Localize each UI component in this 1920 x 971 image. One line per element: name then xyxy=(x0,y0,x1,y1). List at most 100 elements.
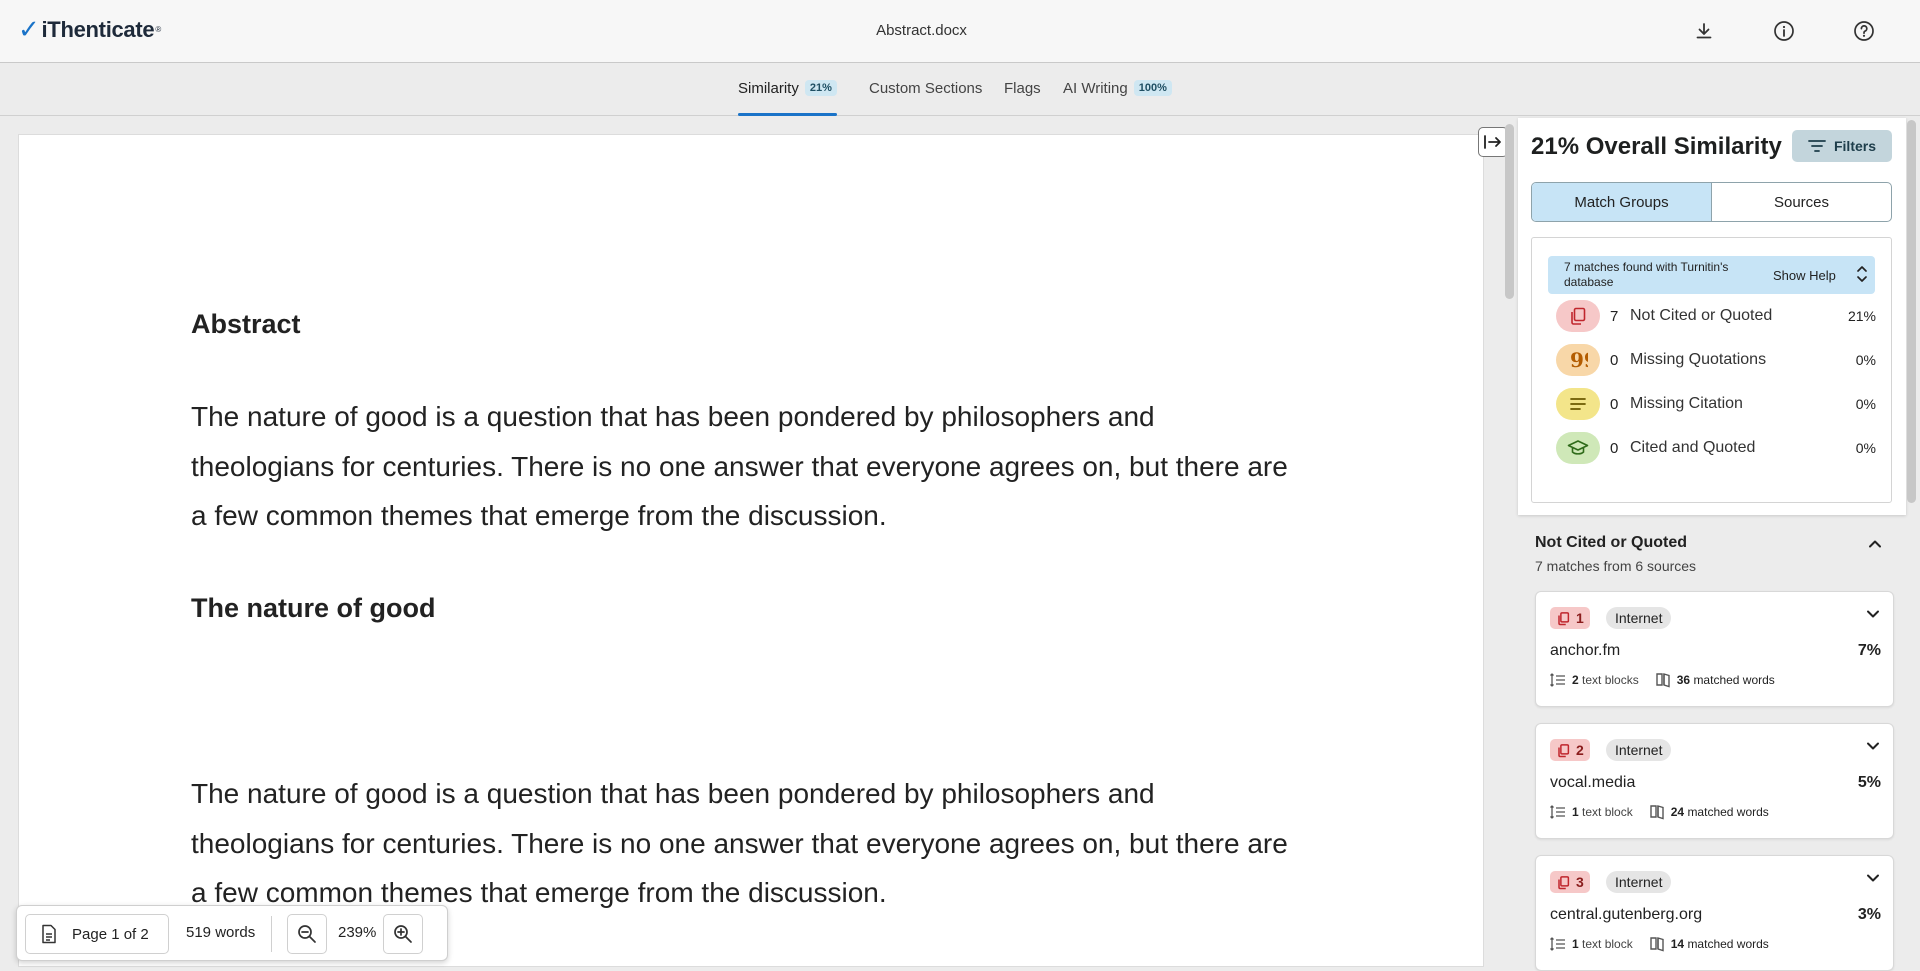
copy-icon xyxy=(1558,611,1570,625)
document-paragraph: The nature of good is a question that ha… xyxy=(191,401,1288,531)
source-meta: 2 text blocks 36 matched words xyxy=(1550,672,1775,688)
tab-similarity[interactable]: Similarity 21% xyxy=(738,80,837,116)
source-number: 2 xyxy=(1576,742,1584,758)
sources-toggle[interactable]: Sources xyxy=(1712,183,1891,221)
overall-similarity-title: 21% Overall Similarity xyxy=(1531,133,1782,160)
match-group-subtitle: 7 matches from 6 sources xyxy=(1535,558,1697,574)
chevron-down-icon[interactable] xyxy=(1865,870,1881,886)
matched-words-label: matched words xyxy=(1687,937,1769,951)
category-missing-quotations[interactable]: 99 0 Missing Quotations 0% xyxy=(1556,344,1876,376)
panel-scrollbar[interactable] xyxy=(1907,120,1916,503)
matched-words-icon xyxy=(1656,673,1670,688)
page-navigation-button[interactable]: Page 1 of 2 xyxy=(25,914,169,954)
source-card[interactable]: 3 Internet central.gutenberg.org 3% 1 te… xyxy=(1535,855,1894,971)
zoom-in-button[interactable] xyxy=(383,914,423,954)
document-heading: Abstract xyxy=(191,309,301,339)
source-card[interactable]: 2 Internet vocal.media 5% 1 text block 2… xyxy=(1535,723,1894,839)
matched-words-count: 24 xyxy=(1670,805,1685,819)
text-blocks-count: 1 xyxy=(1572,937,1579,951)
text-blocks-label: text block xyxy=(1582,805,1633,819)
matched-words-label: matched words xyxy=(1693,673,1775,687)
lines-icon xyxy=(1556,388,1600,420)
help-text: 7 matches found with Turnitin's database xyxy=(1564,260,1729,289)
quote-icon: 99 xyxy=(1556,344,1600,376)
document-scrollbar[interactable] xyxy=(1505,124,1514,299)
document-viewer[interactable]: Abstract The nature of good is a questio… xyxy=(18,134,1484,967)
toolbar-divider xyxy=(271,916,272,952)
source-type-badge: Internet xyxy=(1606,739,1672,761)
category-count: 0 xyxy=(1610,395,1619,413)
tab-badge: 21% xyxy=(804,80,837,96)
chevron-up-icon[interactable] xyxy=(1867,536,1883,552)
tab-flags[interactable]: Flags xyxy=(1004,80,1041,116)
category-missing-citation[interactable]: 0 Missing Citation 0% xyxy=(1556,388,1876,420)
overall-similarity-card: 21% Overall Similarity Filters Match Gro… xyxy=(1518,118,1906,515)
matched-words-count: 36 xyxy=(1676,673,1691,687)
chevron-down-icon[interactable] xyxy=(1865,738,1881,754)
source-percent: 5% xyxy=(1857,774,1881,791)
zoom-in-icon xyxy=(394,925,412,943)
source-name[interactable]: central.gutenberg.org xyxy=(1550,906,1702,924)
tab-custom-sections[interactable]: Custom Sections xyxy=(869,80,982,116)
help-button[interactable] xyxy=(1851,18,1877,44)
chevron-down-icon[interactable] xyxy=(1865,606,1881,622)
text-blocks-count: 2 xyxy=(1572,673,1579,687)
help-icon xyxy=(1854,21,1874,41)
match-groups-box: 7 matches found with Turnitin's database… xyxy=(1531,237,1892,503)
category-percent: 0% xyxy=(1855,440,1876,456)
matched-words-label: matched words xyxy=(1687,805,1769,819)
category-percent: 0% xyxy=(1855,396,1876,412)
category-percent: 0% xyxy=(1855,352,1876,368)
top-bar: ✓ iThenticate ® Abstract.docx xyxy=(0,0,1920,63)
collapse-arrow-icon xyxy=(1484,135,1501,149)
word-count: 519 words xyxy=(186,924,256,941)
source-meta: 1 text block 24 matched words xyxy=(1550,804,1769,820)
zoom-out-button[interactable] xyxy=(287,914,327,954)
filters-label: Filters xyxy=(1833,138,1876,154)
info-icon xyxy=(1774,21,1794,41)
download-button[interactable] xyxy=(1691,18,1717,44)
text-blocks-label: text blocks xyxy=(1582,673,1639,687)
matched-words-icon xyxy=(1650,805,1664,820)
source-name[interactable]: anchor.fm xyxy=(1550,642,1620,660)
tab-ai-writing[interactable]: AI Writing 100% xyxy=(1063,80,1172,116)
category-percent: 21% xyxy=(1847,308,1876,324)
source-number-badge: 2 xyxy=(1550,739,1590,761)
expand-collapse-icon[interactable] xyxy=(1855,262,1869,286)
source-card[interactable]: 1 Internet anchor.fm 7% 2 text blocks 36… xyxy=(1535,591,1894,707)
source-number-badge: 3 xyxy=(1550,871,1590,893)
source-percent: 7% xyxy=(1857,642,1881,659)
category-cited-and-quoted[interactable]: 0 Cited and Quoted 0% xyxy=(1556,432,1876,464)
filters-button[interactable]: Filters xyxy=(1792,130,1892,162)
tab-label: Similarity xyxy=(738,80,799,97)
document-icon xyxy=(42,924,56,944)
source-type-badge: Internet xyxy=(1606,871,1672,893)
view-toggle: Match Groups Sources xyxy=(1531,182,1892,222)
match-group-header[interactable]: Not Cited or Quoted 7 matches from 6 sou… xyxy=(1535,534,1895,574)
match-groups-toggle[interactable]: Match Groups xyxy=(1532,183,1712,221)
matched-words-icon xyxy=(1650,937,1664,952)
match-group-title: Not Cited or Quoted xyxy=(1535,534,1687,551)
svg-text:99: 99 xyxy=(1570,350,1588,370)
source-percent: 3% xyxy=(1857,906,1881,923)
graduation-cap-icon xyxy=(1556,432,1600,464)
similarity-panel: 21% Overall Similarity Filters Match Gro… xyxy=(1518,118,1906,971)
tab-badge: 100% xyxy=(1133,80,1172,96)
source-name[interactable]: vocal.media xyxy=(1550,774,1635,792)
source-number: 3 xyxy=(1576,874,1584,890)
document-heading: The nature of good xyxy=(191,593,436,623)
tab-label: AI Writing xyxy=(1063,80,1128,97)
show-help-button[interactable]: Show Help xyxy=(1773,268,1836,283)
info-button[interactable] xyxy=(1771,18,1797,44)
text-blocks-icon xyxy=(1550,805,1565,819)
collapse-panel-button[interactable] xyxy=(1478,127,1508,157)
tab-label: Custom Sections xyxy=(869,80,983,97)
download-icon xyxy=(1696,23,1712,39)
zoom-level: 239% xyxy=(338,924,377,941)
tab-bar: Similarity 21% Custom Sections Flags AI … xyxy=(0,64,1920,116)
document-title: Abstract.docx xyxy=(876,22,967,39)
category-not-cited[interactable]: 7 Not Cited or Quoted 21% xyxy=(1556,300,1876,332)
filter-icon xyxy=(1808,140,1826,152)
category-label: Missing Citation xyxy=(1630,395,1743,412)
document-toolbar: Page 1 of 2 519 words 239% xyxy=(16,905,448,961)
